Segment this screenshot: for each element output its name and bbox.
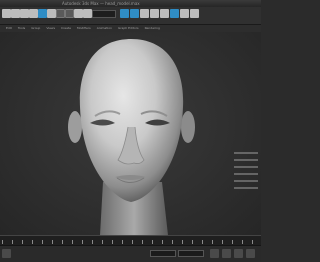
mirror-icon[interactable] — [47, 9, 56, 18]
selection-filter-dropdown[interactable] — [92, 10, 116, 18]
y-coordinate-field[interactable] — [178, 250, 204, 257]
viewport-marker — [234, 166, 258, 168]
render-setup-icon[interactable] — [160, 9, 169, 18]
curve-editor-icon[interactable] — [130, 9, 139, 18]
key-mode-button[interactable] — [234, 249, 243, 258]
viewport-marker — [234, 180, 258, 182]
menu-bar: Edit Tools Group Views Create Modifiers Animat… — [0, 25, 261, 32]
select-object-icon[interactable] — [2, 9, 11, 18]
zoom-extents-button[interactable] — [246, 249, 255, 258]
align-icon[interactable] — [56, 9, 65, 18]
angle-snap-icon[interactable] — [74, 9, 83, 18]
menu-item[interactable]: Views — [46, 26, 55, 30]
layer-manager-icon[interactable] — [120, 9, 129, 18]
menu-item[interactable]: Modifiers — [77, 26, 91, 30]
menu-item[interactable]: Rendering — [145, 26, 160, 30]
right-ear-shape — [181, 111, 195, 143]
viewport-marker — [234, 159, 258, 161]
menu-item[interactable]: Edit — [6, 26, 12, 30]
menu-item[interactable]: Group — [31, 26, 40, 30]
menu-item[interactable]: Create — [61, 26, 71, 30]
render-production-icon[interactable] — [180, 9, 189, 18]
viewport-marker — [234, 152, 258, 154]
menu-item[interactable]: Animation — [97, 26, 112, 30]
title-bar: Autodesk 3ds Max — head_model.max — [0, 0, 261, 7]
select-move-icon[interactable] — [20, 9, 29, 18]
window-title: Autodesk 3ds Max — head_model.max — [62, 1, 140, 6]
perspective-viewport[interactable] — [0, 32, 261, 235]
schematic-view-icon[interactable] — [140, 9, 149, 18]
next-frame-button[interactable] — [222, 249, 231, 258]
percent-snap-icon[interactable] — [83, 9, 92, 18]
viewport-side-markers — [234, 152, 258, 194]
render-iterative-icon[interactable] — [190, 9, 199, 18]
status-bar — [0, 245, 261, 262]
select-rotate-icon[interactable] — [29, 9, 38, 18]
select-scale-icon[interactable] — [38, 9, 47, 18]
main-toolbar — [0, 7, 261, 25]
play-animation-button[interactable] — [210, 249, 219, 258]
select-by-name-icon[interactable] — [11, 9, 20, 18]
x-coordinate-field[interactable] — [150, 250, 176, 257]
material-editor-icon[interactable] — [150, 9, 159, 18]
snap-toggle-icon[interactable] — [65, 9, 74, 18]
left-ear-shape — [68, 111, 82, 143]
menu-item[interactable]: Tools — [18, 26, 25, 30]
head-model[interactable] — [0, 32, 261, 235]
rendered-frame-icon[interactable] — [170, 9, 179, 18]
timeline-ticks — [2, 240, 259, 244]
menu-item[interactable]: Graph Editors — [118, 26, 139, 30]
maxscript-listener-button[interactable] — [2, 249, 11, 258]
viewport-marker — [234, 187, 258, 189]
viewport-marker — [234, 173, 258, 175]
time-slider[interactable] — [0, 235, 261, 245]
